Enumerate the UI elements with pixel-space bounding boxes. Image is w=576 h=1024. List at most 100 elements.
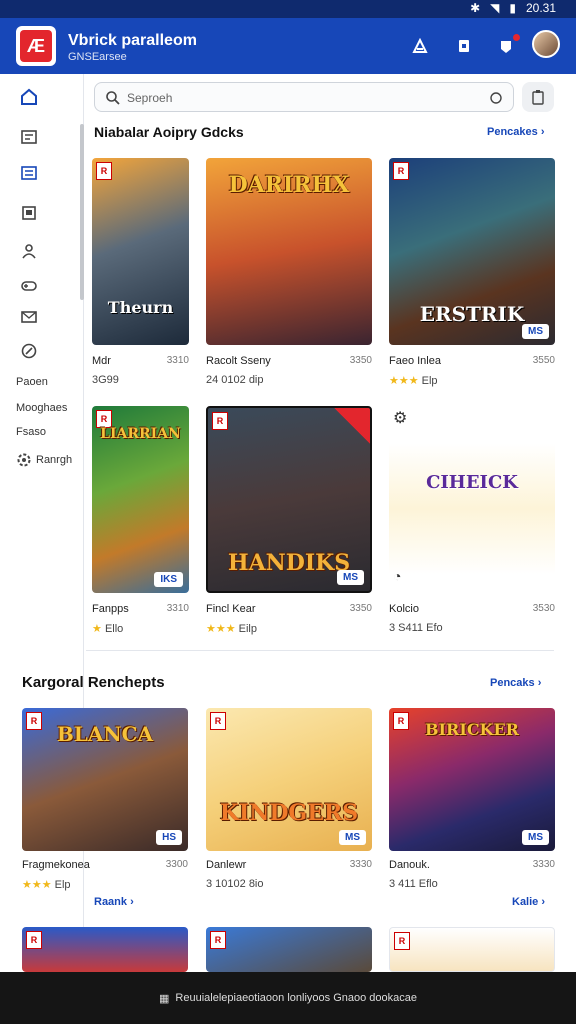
platform-tag: MS — [522, 830, 549, 845]
game-meta: 24 0102 dip — [206, 374, 264, 386]
app-bar: Æ Vbrick paralleom GNSEarsee — [0, 18, 576, 74]
sidebar-item-2[interactable]: Mooghaes — [16, 402, 67, 414]
bluetooth-icon: ✱ — [470, 1, 481, 15]
game-meta: 3 10102 8io — [206, 878, 264, 890]
game-meta: ★★★ Eilp — [206, 623, 257, 635]
platform-tag: IKS — [154, 572, 183, 587]
search-icon — [106, 91, 120, 105]
cover-title: ERSTRIK — [419, 302, 525, 326]
user-avatar[interactable] — [532, 30, 560, 58]
game-card[interactable]: R — [22, 927, 188, 972]
game-title: Mdr — [92, 355, 111, 367]
game-cover-image: DARIRHX — [206, 158, 372, 345]
rating-stars: ★ — [92, 623, 102, 635]
app-logo[interactable]: Æ — [16, 26, 56, 66]
game-meta: 3 411 Eflo — [389, 878, 438, 890]
notification-dot — [513, 34, 520, 41]
news-icon[interactable] — [20, 204, 38, 222]
controller-icon[interactable] — [20, 276, 38, 294]
cover-title: CIHEICK — [426, 472, 518, 493]
account-icon[interactable] — [408, 34, 432, 58]
game-title: Kolcio — [389, 603, 419, 615]
game-cover-image: R BIRICKER MS — [389, 708, 555, 851]
platform-tag: HS — [156, 830, 182, 845]
rating-badge: R — [210, 931, 226, 949]
rating-badge: R — [394, 932, 410, 950]
download-icon[interactable] — [452, 34, 476, 58]
store-icon: ▦ — [159, 992, 170, 1005]
cover-title: KINDGERS — [219, 800, 359, 826]
section-title-featured: Niabalar Aoipry Gdcks — [94, 124, 244, 140]
rating-badge: R — [212, 412, 228, 430]
game-cover-image: R HANDIKS MS — [206, 406, 372, 593]
store-icon[interactable] — [20, 164, 38, 182]
row-link-2[interactable]: Kalie › — [512, 896, 545, 908]
game-price: 3350 — [349, 355, 372, 366]
game-cover-image: R — [22, 927, 188, 972]
game-price: 3300 — [165, 859, 188, 870]
filter-button[interactable] — [522, 82, 554, 112]
game-meta: ★ Ello — [92, 623, 124, 635]
game-cover-image: R — [206, 927, 372, 972]
settings-gear-icon[interactable] — [16, 452, 32, 468]
game-cover-image: R BLANCA HS — [22, 708, 188, 851]
sidebar-scrollbar[interactable] — [80, 124, 84, 300]
home-icon[interactable] — [20, 88, 38, 106]
game-cover-image: R — [389, 927, 555, 972]
sidebar-item-3[interactable]: Fsaso — [16, 426, 46, 438]
game-title: Fincl Kear — [206, 603, 256, 615]
game-price: 3330 — [532, 859, 555, 870]
app-title: Vbrick paralleom — [68, 32, 197, 49]
sidebar-settings-label[interactable]: Ranrgh — [36, 454, 72, 466]
platform-tag: MS — [337, 570, 364, 585]
bottom-bar: ▦ Reuuialelepiaeotiaoon lonliyoos Gnaoo … — [0, 972, 576, 1024]
rating-badge: R — [96, 162, 112, 180]
game-price: 3550 — [532, 355, 555, 366]
cover-title: Theurn — [107, 298, 174, 317]
game-title: Danlewr — [206, 859, 247, 871]
rating-badge: R — [393, 162, 409, 180]
controller-icon: ◔ — [393, 568, 402, 584]
section-link-featured[interactable]: Pencakes › — [487, 126, 545, 138]
rating-badge: R — [210, 712, 226, 730]
game-meta: 3 S411 Efo — [389, 622, 443, 634]
new-ribbon — [334, 408, 370, 444]
status-time: 20.31 — [525, 1, 556, 15]
achievements-icon[interactable] — [20, 342, 38, 360]
cover-title: BLANCA — [56, 722, 154, 746]
notification-icon[interactable] — [494, 34, 520, 58]
sidebar-item-1[interactable]: Paoen — [16, 376, 48, 388]
cover-title: BIRICKER — [425, 720, 519, 739]
battery-icon: ▮ — [509, 1, 516, 15]
game-title: Fragmekonea — [22, 859, 90, 871]
status-bar: ✱ ◥ ▮ 20.31 — [0, 0, 576, 18]
wifi-icon: ◥ — [490, 1, 500, 15]
game-card[interactable]: R — [389, 927, 555, 972]
platform-tag: MS — [339, 830, 366, 845]
game-price: 3350 — [349, 603, 372, 614]
game-cover-image: R KINDGERS MS — [206, 708, 372, 851]
search-input[interactable]: Seproeh — [94, 82, 514, 112]
rating-stars: ★★★ — [389, 375, 419, 387]
game-cover-image: R LIARRIAN IKS — [92, 406, 189, 593]
game-meta: 3G99 — [92, 374, 119, 386]
friends-icon[interactable] — [20, 242, 38, 260]
messages-icon[interactable] — [20, 308, 38, 326]
rating-stars: ★★★ — [206, 623, 236, 635]
library-icon[interactable] — [20, 128, 38, 146]
section-link-categories[interactable]: Pencaks › — [490, 677, 541, 689]
game-title: Faeo Inlea — [389, 355, 441, 367]
game-price: 3530 — [532, 603, 555, 614]
cover-title: DARIRHX — [228, 172, 350, 198]
gamepad-icon: ⚙ — [393, 410, 408, 427]
voice-search-icon[interactable] — [489, 91, 503, 105]
row-link-1[interactable]: Raank › — [94, 896, 134, 908]
section-divider — [86, 650, 554, 651]
section-title-categories: Kargoral Renchepts — [22, 674, 165, 691]
game-card[interactable]: R — [206, 927, 372, 972]
game-price: 3310 — [166, 603, 189, 614]
game-meta: ★★★ Elp — [389, 375, 438, 387]
cover-title: LIARRIAN — [100, 426, 181, 442]
game-price: 3330 — [349, 859, 372, 870]
clipboard-icon — [532, 90, 544, 105]
